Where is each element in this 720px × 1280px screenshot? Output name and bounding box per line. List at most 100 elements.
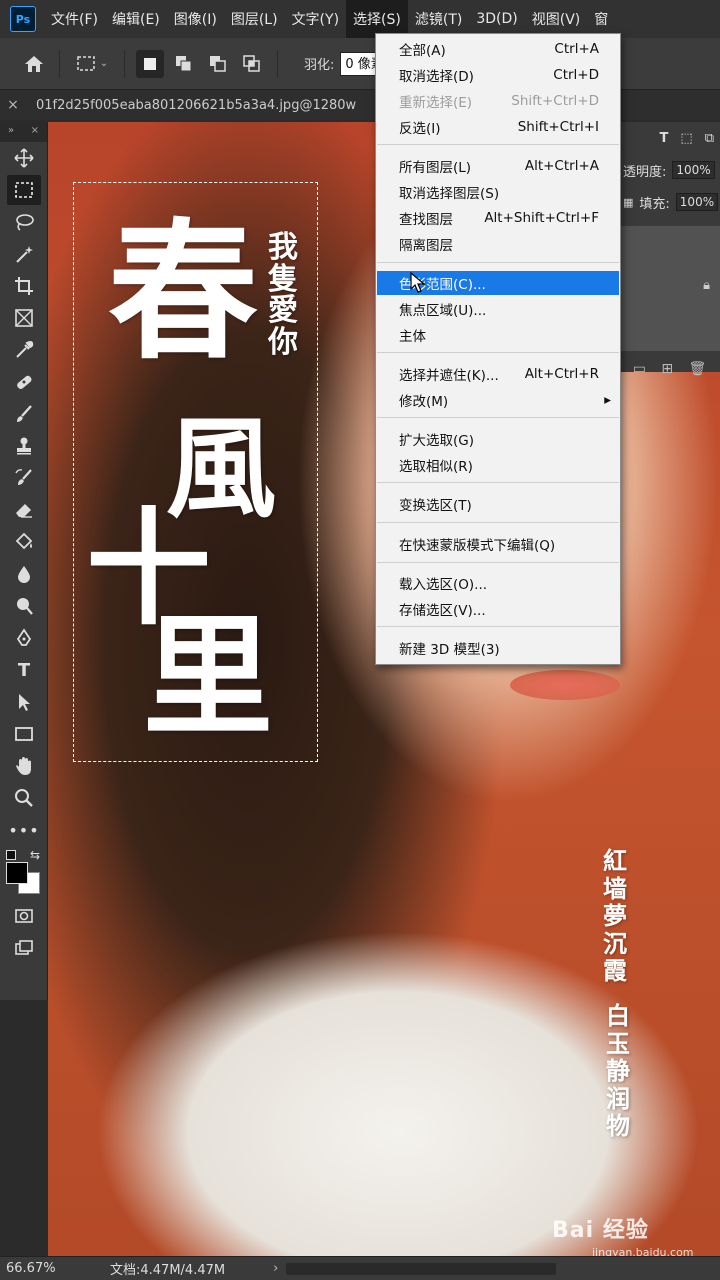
pen-icon: [16, 628, 32, 646]
new-selection-button[interactable]: [136, 49, 164, 78]
feather-label: 羽化:: [304, 58, 335, 73]
quick-mask-icon: [15, 909, 33, 923]
swap-colors-icon[interactable]: ⇆: [30, 848, 40, 862]
layer-lock-icon: 🔒︎: [703, 278, 710, 293]
rectangle-icon: [15, 727, 33, 741]
color-swatches[interactable]: ⇆: [0, 846, 48, 900]
smart-object-filter-icon[interactable]: ⧉: [705, 131, 714, 146]
mouse-cursor-icon: [410, 272, 426, 293]
menu-item-similar[interactable]: 选取相似(R): [377, 453, 619, 477]
document-tab[interactable]: 01f2d25f005eaba801206621b5a3a4.jpg@1280w: [26, 98, 366, 113]
history-brush-tool[interactable]: [0, 462, 48, 494]
pen-tool[interactable]: [0, 622, 48, 654]
status-menu-arrow[interactable]: ›: [273, 1261, 278, 1276]
crop-tool[interactable]: [0, 270, 48, 302]
opacity-label: 透明度:: [623, 164, 667, 180]
healing-brush-tool[interactable]: [0, 366, 48, 398]
document-size-info[interactable]: 文档:4.47M/4.47M: [110, 1259, 225, 1278]
menu-item-focus-area[interactable]: 焦点区域(U)...: [377, 297, 619, 321]
menu-item-select-all[interactable]: 全部(A) Ctrl+A: [377, 37, 619, 61]
menu-separator: [377, 262, 619, 263]
paint-bucket-icon: [15, 532, 33, 550]
tab-close-button[interactable]: ×: [0, 97, 26, 113]
add-selection-button[interactable]: [170, 50, 198, 78]
new-group-icon[interactable]: ▭: [633, 361, 646, 377]
toolbox-header: » ×: [0, 122, 47, 142]
type-tool[interactable]: T: [0, 654, 48, 686]
menu-image[interactable]: 图像(I): [167, 0, 224, 38]
menu-item-grow[interactable]: 扩大选取(G): [377, 427, 619, 451]
close-icon[interactable]: ×: [31, 125, 39, 139]
menu-item-inverse[interactable]: 反选(I) Shift+Ctrl+I: [377, 115, 619, 139]
clone-stamp-tool[interactable]: [0, 430, 48, 462]
magic-wand-tool[interactable]: [0, 238, 48, 270]
blur-tool[interactable]: [0, 558, 48, 590]
type-layer-filter-icon[interactable]: T: [660, 131, 669, 146]
menu-item-find-layers[interactable]: 查找图层 Alt+Shift+Ctrl+F: [377, 206, 619, 230]
shape-layer-filter-icon[interactable]: ⬚: [680, 131, 692, 146]
zoom-level[interactable]: 66.67%: [0, 1261, 60, 1276]
menu-item-quick-mask[interactable]: 在快速蒙版模式下编辑(Q): [377, 532, 619, 556]
dodge-icon: [17, 598, 33, 615]
move-tool[interactable]: [0, 142, 48, 174]
eyedropper-tool[interactable]: [0, 334, 48, 366]
frame-icon: [15, 309, 33, 327]
lasso-tool[interactable]: [0, 206, 48, 238]
screen-mode-button[interactable]: [0, 932, 48, 964]
horizontal-scrollbar[interactable]: [286, 1262, 557, 1275]
frame-tool[interactable]: [0, 302, 48, 334]
quick-mask-button[interactable]: [0, 900, 48, 932]
path-selection-tool[interactable]: [0, 686, 48, 718]
menu-layer[interactable]: 图层(L): [224, 0, 285, 38]
layer-filter-icons: T ⬚ ⧉: [619, 122, 720, 154]
menu-item-deselect-layers[interactable]: 取消选择图层(S): [377, 180, 619, 204]
menu-separator: [377, 482, 619, 483]
canvas-text-poem-line1: 紅墙夢沉霞: [603, 846, 627, 986]
canvas-text-poem-line2: 白玉静润物: [606, 1001, 630, 1141]
menu-item-transform-selection[interactable]: 变换选区(T): [377, 492, 619, 516]
menu-edit[interactable]: 编辑(E): [105, 0, 167, 38]
intersect-selection-button[interactable]: [238, 50, 266, 78]
foreground-color-swatch[interactable]: [6, 862, 28, 884]
menu-item-select-and-mask[interactable]: 选择并遮住(K)... Alt+Ctrl+R: [377, 362, 619, 386]
more-tools-button[interactable]: •••: [0, 814, 48, 846]
menu-item-isolate-layers[interactable]: 隔离图层: [377, 232, 619, 256]
menu-separator: [377, 522, 619, 523]
options-separator: [59, 49, 60, 78]
add-selection-icon: [176, 55, 192, 71]
menu-item-load-selection[interactable]: 载入选区(O)...: [377, 571, 619, 595]
opacity-input[interactable]: 100%: [672, 161, 715, 179]
select-menu-dropdown: 全部(A) Ctrl+A 取消选择(D) Ctrl+D 重新选择(E) Shift+C…: [375, 33, 621, 665]
hand-icon: [16, 757, 31, 775]
subtract-selection-button[interactable]: [204, 50, 232, 78]
dodge-tool[interactable]: [0, 590, 48, 622]
rectangle-tool[interactable]: [0, 718, 48, 750]
menu-type[interactable]: 文字(Y): [285, 0, 346, 38]
marquee-preset-button[interactable]: ⌄: [71, 50, 113, 78]
fill-label: 填充:: [639, 196, 670, 212]
trash-icon[interactable]: 🗑︎: [688, 361, 706, 377]
menu-item-save-selection[interactable]: 存储选区(V)...: [377, 597, 619, 621]
menu-item-new-3d-model[interactable]: 新建 3D 模型(3): [377, 636, 619, 660]
layer-row[interactable]: 🔒︎: [619, 226, 720, 351]
paint-bucket-tool[interactable]: [0, 526, 48, 558]
rectangular-marquee-tool[interactable]: [0, 174, 48, 206]
zoom-tool[interactable]: [0, 782, 48, 814]
eraser-tool[interactable]: [0, 494, 48, 526]
fill-row: ▦ 填充: 100%: [619, 186, 720, 218]
default-colors-icon[interactable]: [6, 850, 16, 860]
lock-icon[interactable]: ▦: [623, 196, 633, 209]
new-layer-icon[interactable]: ⊞: [661, 361, 673, 377]
menu-item-deselect[interactable]: 取消选择(D) Ctrl+D: [377, 63, 619, 87]
menu-file[interactable]: 文件(F): [44, 0, 105, 38]
water-drop-icon: [18, 566, 30, 583]
home-button[interactable]: [20, 50, 48, 78]
fill-input[interactable]: 100%: [675, 193, 719, 211]
hand-tool[interactable]: [0, 750, 48, 782]
canvas-text-li: 里: [143, 600, 274, 753]
menu-item-modify[interactable]: 修改(M) ▸: [377, 388, 619, 412]
brush-tool[interactable]: [0, 398, 48, 430]
menu-item-all-layers[interactable]: 所有图层(L) Alt+Ctrl+A: [377, 154, 619, 178]
menu-item-subject[interactable]: 主体: [377, 323, 619, 347]
collapse-icon[interactable]: »: [8, 125, 14, 139]
